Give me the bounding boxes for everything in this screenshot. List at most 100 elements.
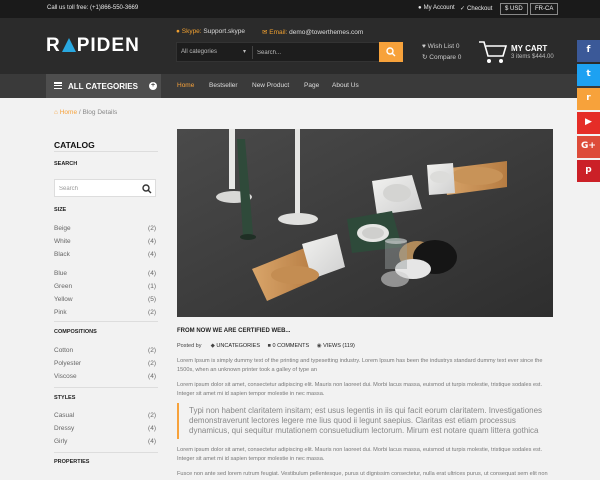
filter-item[interactable]: Girly (4) xyxy=(54,438,156,445)
nav-item-bestseller[interactable]: Bestseller xyxy=(209,82,238,89)
filter-item-count: (2) xyxy=(148,360,156,367)
filter-item[interactable]: Dressy (4) xyxy=(54,425,156,432)
email-contact: ✉ Email: demo@towerthemes.com xyxy=(262,28,363,36)
filter-item-label: Green xyxy=(54,283,73,290)
google-plus-button[interactable]: G+ xyxy=(577,136,600,158)
styles-heading: STYLES xyxy=(54,395,76,401)
size-filter-item[interactable]: Green (1) xyxy=(54,283,156,290)
menu-icon xyxy=(54,82,62,90)
post-paragraph: Fusce non ante sed lorem rutrum feugiat.… xyxy=(177,471,548,477)
logo-text-start: R xyxy=(46,35,61,56)
size-filter-item[interactable]: Beige (2) xyxy=(54,225,156,232)
filter-item-count: (4) xyxy=(148,425,156,432)
search-button[interactable] xyxy=(379,42,403,62)
rss-icon: r xyxy=(586,93,591,103)
compare-label: Compare 0 xyxy=(429,54,462,61)
post-meta: Posted by ◆ UNCATEGORIES ■ 0 COMMENTS ◉ … xyxy=(177,343,355,349)
filter-item-count: (1) xyxy=(148,283,156,290)
size-filter-item[interactable]: Blue (4) xyxy=(54,270,156,277)
check-icon: ✓ xyxy=(460,6,466,12)
filter-item-count: (4) xyxy=(148,251,156,258)
nav-item-home[interactable]: Home xyxy=(177,82,194,89)
filter-item-label: Cotton xyxy=(54,347,74,354)
size-filter-item[interactable]: Pink (2) xyxy=(54,309,156,316)
plus-icon: + xyxy=(149,82,157,90)
compositions-divider xyxy=(54,387,158,388)
my-account-label: My Account xyxy=(423,5,455,11)
search-icon xyxy=(386,47,396,57)
blog-post-photo xyxy=(177,129,553,317)
logo-triangle-icon xyxy=(61,38,76,52)
my-account-link[interactable]: ● My Account xyxy=(418,5,455,11)
size-divider xyxy=(54,321,158,322)
checkout-link[interactable]: ✓ Checkout xyxy=(460,5,492,12)
cart-title[interactable]: MY CART xyxy=(511,44,547,53)
filter-item-label: Yellow xyxy=(54,296,73,303)
search-input[interactable] xyxy=(257,45,375,60)
wishlist-label: Wish List 0 xyxy=(427,43,460,50)
post-paragraph: Lorem ipsum dolor sit amet, consectetur … xyxy=(177,447,543,462)
cart-summary[interactable]: 3 items $444.00 xyxy=(511,54,554,60)
all-categories-label: ALL CATEGORIES xyxy=(68,82,138,91)
post-category[interactable]: UNCATEGORIES xyxy=(216,343,260,349)
rss-button[interactable]: r xyxy=(577,88,600,110)
facebook-icon: f xyxy=(586,45,591,55)
twitter-button[interactable]: t xyxy=(577,64,600,86)
pinterest-icon: p xyxy=(585,165,592,175)
user-icon: ● xyxy=(418,5,422,11)
logo[interactable]: R PIDEN xyxy=(46,35,140,57)
facebook-button[interactable]: f xyxy=(577,40,600,62)
pinterest-button[interactable]: p xyxy=(577,160,600,182)
catalog-divider xyxy=(54,151,158,152)
blog-post-image xyxy=(177,129,553,317)
currency-selector[interactable]: $ USD xyxy=(500,3,528,15)
twitter-icon: t xyxy=(586,69,591,79)
language-selector[interactable]: FR-CA xyxy=(530,3,559,15)
sidebar-search-input[interactable] xyxy=(59,183,139,194)
search-icon[interactable] xyxy=(142,184,152,194)
nav-item-new-product[interactable]: New Product xyxy=(252,82,289,89)
toll-free-phone: Call us toll free: (+1)866-550-3669 xyxy=(47,5,139,11)
chevron-down-icon[interactable]: ▾ xyxy=(243,48,246,55)
filter-item-label: Polyester xyxy=(54,360,82,367)
filter-item[interactable]: Polyester (2) xyxy=(54,360,156,367)
post-title[interactable]: FROM NOW WE ARE CERTIFIED WEB... xyxy=(177,328,290,334)
compositions-heading: COMPOSITIONS xyxy=(54,329,97,335)
catalog-title: CATALOG xyxy=(54,140,95,150)
nav-item-page[interactable]: Page xyxy=(304,82,319,89)
post-paragraph: Lorem Ipsum is simply dummy text of the … xyxy=(177,358,543,373)
filter-item[interactable]: Casual (2) xyxy=(54,412,156,419)
size-filter-item[interactable]: White (4) xyxy=(54,238,156,245)
post-views: VIEWS (119) xyxy=(323,343,355,349)
compare-link[interactable]: ↻ Compare 0 xyxy=(422,53,461,61)
breadcrumb-home-label: Home xyxy=(59,109,78,116)
posted-by-label: Posted by xyxy=(177,343,202,349)
filter-item-count: (2) xyxy=(148,309,156,316)
wishlist-link[interactable]: ♥ Wish List 0 xyxy=(422,43,459,50)
properties-heading: PROPERTIES xyxy=(54,459,90,465)
all-categories-button[interactable]: ALL CATEGORIES + xyxy=(46,74,161,98)
filter-item-count: (4) xyxy=(148,373,156,380)
breadcrumb-current: Blog Details xyxy=(82,109,118,116)
filter-item-label: Pink xyxy=(54,309,67,316)
main-nav: ALL CATEGORIES + Home Bestseller New Pro… xyxy=(0,74,600,98)
nav-item-about-us[interactable]: About Us xyxy=(332,82,359,89)
filter-item[interactable]: Cotton (2) xyxy=(54,347,156,354)
youtube-icon: ▶ xyxy=(585,117,592,127)
filter-item[interactable]: Viscose (4) xyxy=(54,373,156,380)
email-value: demo@towerthemes.com xyxy=(289,29,364,36)
skype-value: Support.skype xyxy=(203,28,245,35)
cart-icon[interactable] xyxy=(478,39,508,65)
filter-item-count: (4) xyxy=(148,438,156,445)
header-search-bar: All categories ▾ xyxy=(176,42,403,62)
breadcrumb-home[interactable]: ⌂ Home xyxy=(54,109,77,116)
youtube-button[interactable]: ▶ xyxy=(577,112,600,134)
header: R PIDEN ● Skype: Support.skype ✉ Email: d… xyxy=(0,18,600,74)
search-category-select[interactable]: All categories xyxy=(181,49,217,55)
filter-item-label: Casual xyxy=(54,412,75,419)
size-filter-item[interactable]: Black (4) xyxy=(54,251,156,258)
post-comments[interactable]: 0 COMMENTS xyxy=(273,343,310,349)
styles-divider xyxy=(54,452,158,453)
filter-item-count: (5) xyxy=(148,296,156,303)
size-filter-item[interactable]: Yellow (5) xyxy=(54,296,156,303)
